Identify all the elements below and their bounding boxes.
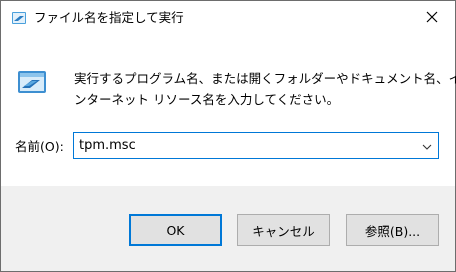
name-combobox[interactable]: [73, 132, 439, 159]
close-icon: [426, 11, 438, 26]
instruction-line-1: 実行するプログラム名、または開くフォルダーやドキュメント名、イ: [74, 71, 456, 86]
run-dialog-icon: [11, 10, 27, 26]
name-label: 名前(O):: [15, 139, 64, 154]
button-bar: OK キャンセル 参照(B)...: [1, 186, 455, 271]
title-bar[interactable]: ファイル名を指定して実行: [1, 1, 455, 35]
run-program-icon: [16, 66, 48, 98]
instruction-line-2: ンターネット リソース名を入力してください。: [74, 92, 340, 107]
ok-button[interactable]: OK: [129, 214, 222, 246]
dropdown-button[interactable]: [416, 133, 438, 158]
browse-button[interactable]: 参照(B)...: [346, 214, 439, 246]
close-button[interactable]: [409, 1, 455, 35]
chevron-down-icon: [422, 139, 432, 153]
name-input[interactable]: [74, 133, 417, 158]
instruction-text: 実行するプログラム名、または開くフォルダーやドキュメント名、イ ンターネット リ…: [74, 68, 456, 110]
cancel-button[interactable]: キャンセル: [237, 214, 330, 246]
dialog-content: 実行するプログラム名、または開くフォルダーやドキュメント名、イ ンターネット リ…: [1, 35, 456, 186]
run-dialog: ファイル名を指定して実行 実行するプログラム名、または開くフォルダーやドキュメン…: [0, 0, 456, 272]
window-title: ファイル名を指定して実行: [34, 10, 184, 25]
